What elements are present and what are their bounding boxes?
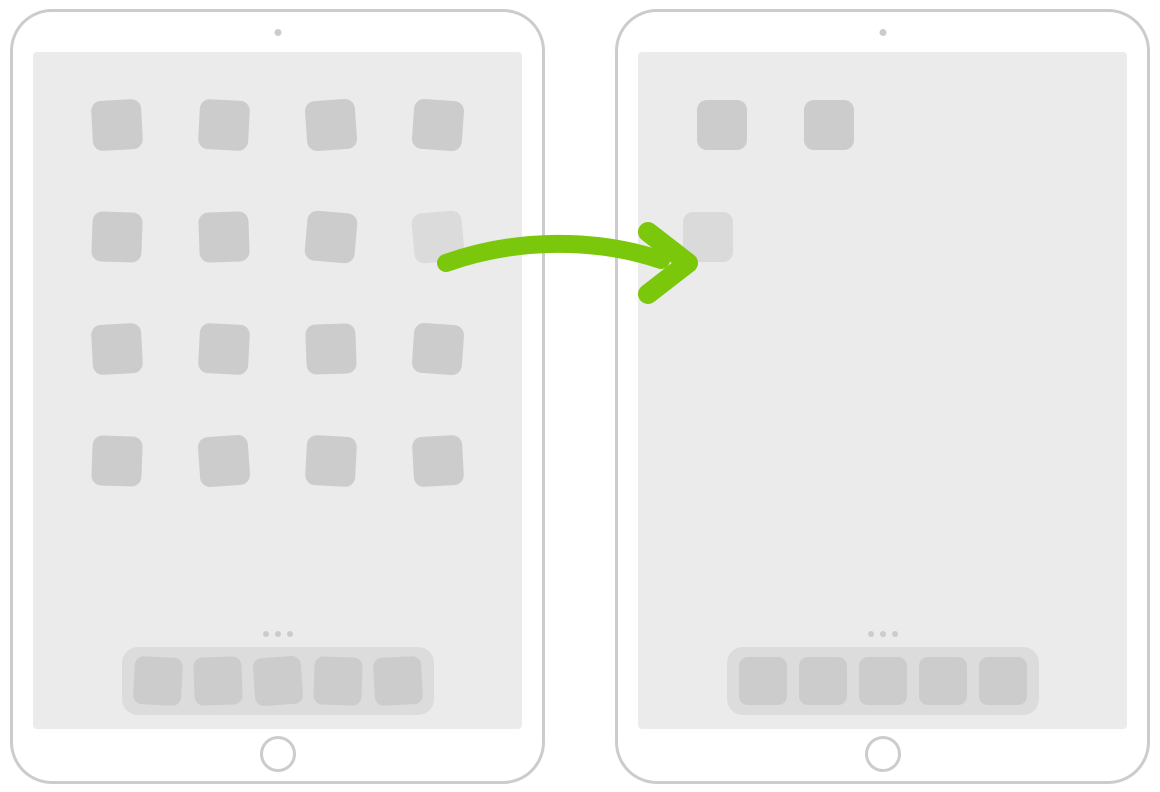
dock-app-icon[interactable] bbox=[739, 657, 787, 705]
tablet-left bbox=[10, 9, 545, 784]
app-icon[interactable] bbox=[304, 209, 358, 263]
page-indicator[interactable] bbox=[263, 631, 293, 637]
app-icon[interactable] bbox=[412, 98, 465, 151]
app-icon-grid bbox=[668, 100, 1097, 150]
tablet-right bbox=[615, 9, 1150, 784]
dot-icon bbox=[287, 631, 293, 637]
app-icon[interactable] bbox=[198, 211, 250, 263]
dock-app-icon[interactable] bbox=[979, 657, 1027, 705]
home-screen-left bbox=[33, 52, 522, 729]
app-icon-dragged-incoming[interactable] bbox=[683, 212, 733, 262]
dock bbox=[727, 647, 1039, 715]
app-icon-grid bbox=[63, 100, 492, 486]
app-icon[interactable] bbox=[91, 211, 143, 263]
dock bbox=[122, 647, 434, 715]
app-icon[interactable] bbox=[90, 322, 143, 375]
app-icon[interactable] bbox=[697, 100, 747, 150]
dock-app-icon[interactable] bbox=[799, 657, 847, 705]
app-icon[interactable] bbox=[304, 98, 357, 151]
app-icon[interactable] bbox=[90, 98, 143, 151]
dock-app-icon[interactable] bbox=[193, 656, 243, 706]
app-icon[interactable] bbox=[197, 434, 250, 487]
app-icon[interactable] bbox=[412, 434, 465, 487]
dock-app-icon[interactable] bbox=[132, 655, 182, 705]
dock-app-icon[interactable] bbox=[919, 657, 967, 705]
home-button[interactable] bbox=[260, 736, 296, 772]
dot-icon bbox=[880, 631, 886, 637]
dock-app-icon[interactable] bbox=[313, 656, 363, 706]
dot-icon bbox=[892, 631, 898, 637]
camera-icon bbox=[879, 29, 886, 36]
app-icon[interactable] bbox=[198, 322, 251, 375]
dock-app-icon[interactable] bbox=[372, 655, 422, 705]
diagram-stage bbox=[0, 0, 1160, 792]
dock-app-icon[interactable] bbox=[859, 657, 907, 705]
home-screen-right bbox=[638, 52, 1127, 729]
app-icon[interactable] bbox=[305, 323, 357, 375]
dock-app-icon[interactable] bbox=[252, 655, 303, 706]
app-icon[interactable] bbox=[804, 100, 854, 150]
app-icon[interactable] bbox=[91, 435, 143, 487]
app-icon-dragged-source[interactable] bbox=[411, 209, 465, 263]
camera-icon bbox=[274, 29, 281, 36]
app-icon[interactable] bbox=[305, 434, 358, 487]
home-button[interactable] bbox=[865, 736, 901, 772]
dot-icon bbox=[275, 631, 281, 637]
app-icon[interactable] bbox=[412, 322, 465, 375]
dot-icon bbox=[868, 631, 874, 637]
dot-icon bbox=[263, 631, 269, 637]
page-indicator[interactable] bbox=[868, 631, 898, 637]
app-icon[interactable] bbox=[198, 98, 251, 151]
